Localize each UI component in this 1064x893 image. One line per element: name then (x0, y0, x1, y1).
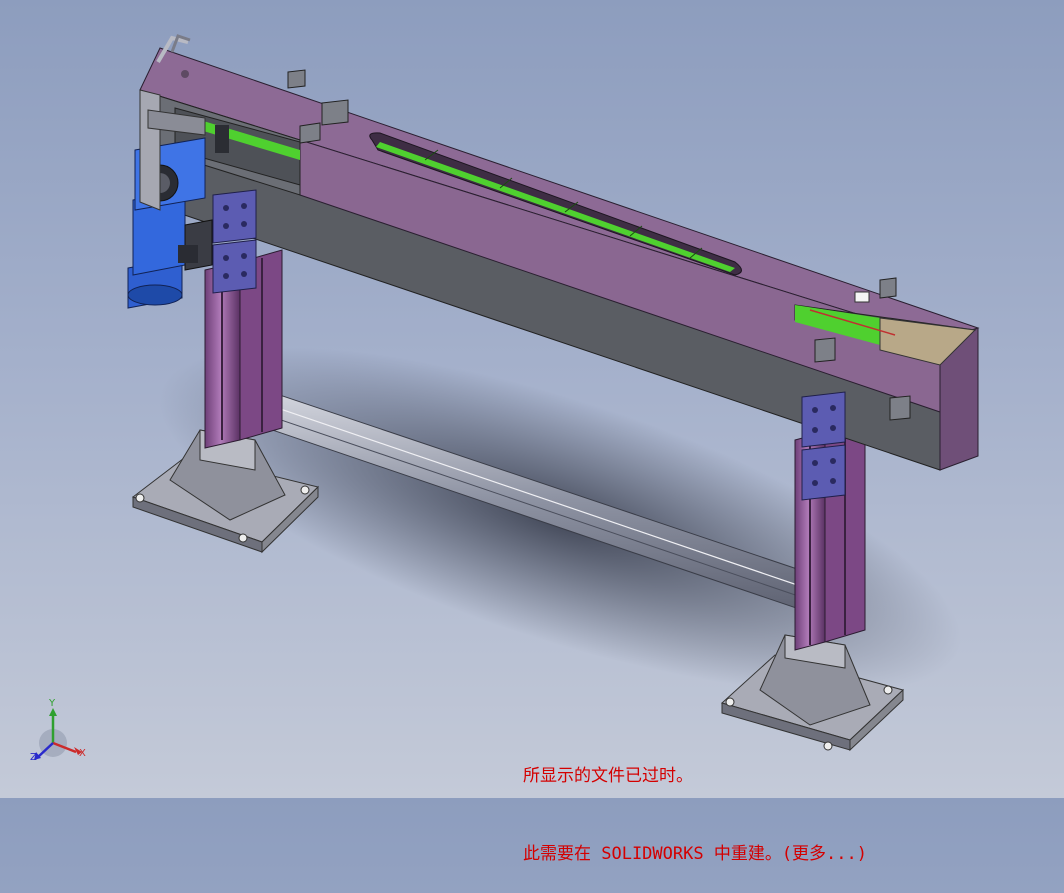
left-mount-bracket[interactable] (212, 189, 257, 294)
triad-y-label: Y (48, 698, 56, 709)
triad-z-label: Z (30, 752, 37, 763)
rebuild-notice[interactable]: 所显示的文件已过时。 此需要在 SOLIDWORKS 中重建。(更多...) (523, 711, 867, 893)
rebuild-notice-line2[interactable]: 此需要在 SOLIDWORKS 中重建。(更多...) (523, 841, 867, 867)
coordinate-triad: Y X Z (30, 698, 86, 763)
3d-viewport[interactable]: Y X Z (0, 0, 1064, 798)
triad-x-label: X (79, 748, 86, 759)
rebuild-notice-line1: 所显示的文件已过时。 (523, 766, 693, 786)
